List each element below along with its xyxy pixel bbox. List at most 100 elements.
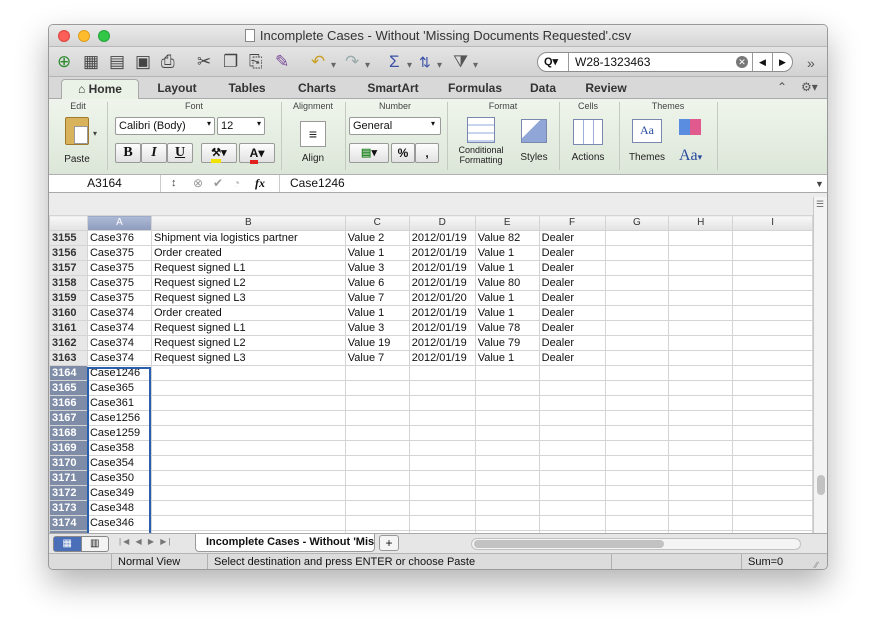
cell-f[interactable] xyxy=(538,395,606,411)
cell-g[interactable] xyxy=(604,395,670,411)
cell-h[interactable] xyxy=(668,365,734,381)
cell-f[interactable] xyxy=(538,485,606,501)
open-folder-icon[interactable]: ▤ xyxy=(109,52,125,72)
cell-b[interactable]: Request signed L3 xyxy=(150,350,346,366)
cell-e[interactable] xyxy=(474,365,540,381)
cell-b[interactable]: Order created xyxy=(150,305,346,321)
row-header[interactable]: 3162 xyxy=(49,335,88,351)
cell-g[interactable] xyxy=(604,515,670,531)
close-window-button[interactable] xyxy=(58,30,70,42)
cell-d[interactable]: 2012/01/20 xyxy=(408,290,476,306)
column-header-d[interactable]: D xyxy=(408,215,476,231)
row-header[interactable]: 3156 xyxy=(49,245,88,261)
cell-e[interactable] xyxy=(474,395,540,411)
cell-a[interactable]: Case358 xyxy=(86,440,152,456)
cell-h[interactable] xyxy=(668,380,734,396)
row-header[interactable]: 3174 xyxy=(49,515,88,531)
sheet-tab-active[interactable]: Incomplete Cases - Without 'Mis xyxy=(195,534,375,552)
cell-i[interactable] xyxy=(732,365,813,381)
undo-icon[interactable]: ↶ xyxy=(311,52,325,72)
cell-e[interactable] xyxy=(474,470,540,486)
cell-d[interactable]: 2012/01/19 xyxy=(408,245,476,261)
cell-d[interactable]: 2012/01/19 xyxy=(408,335,476,351)
cell-a[interactable]: Case1259 xyxy=(86,425,152,441)
cell-g[interactable] xyxy=(604,455,670,471)
cell-e[interactable] xyxy=(474,410,540,426)
undo-menu-chevron-icon[interactable]: ▾ xyxy=(331,56,336,76)
name-box[interactable]: A3164 xyxy=(49,175,161,192)
cell-f[interactable] xyxy=(538,455,606,471)
cell-c[interactable] xyxy=(344,380,410,396)
cell-i[interactable] xyxy=(732,350,813,366)
search-previous-icon[interactable]: ◀ xyxy=(752,53,772,71)
save-icon[interactable]: ▣ xyxy=(135,52,151,72)
autosum-chevron-icon[interactable]: ▾ xyxy=(407,56,412,76)
cell-c[interactable] xyxy=(344,410,410,426)
vertical-scrollbar[interactable]: ☰ xyxy=(813,197,827,533)
cell-h[interactable] xyxy=(668,305,734,321)
cell-f[interactable] xyxy=(538,410,606,426)
row-header[interactable]: 3171 xyxy=(49,470,88,486)
cell-c[interactable]: Value 7 xyxy=(344,350,410,366)
cell-c[interactable]: Value 19 xyxy=(344,335,410,351)
themes-button[interactable]: Aa Themes xyxy=(623,115,671,171)
row-header[interactable]: 3157 xyxy=(49,260,88,276)
filter-icon[interactable]: ⧩ xyxy=(453,52,468,72)
cell-d[interactable] xyxy=(408,410,476,426)
cell-a[interactable]: Case349 xyxy=(86,485,152,501)
cell-f[interactable] xyxy=(538,440,606,456)
cell-a[interactable]: Case350 xyxy=(86,470,152,486)
cell-b[interactable] xyxy=(150,440,346,456)
cell-b[interactable]: Request signed L1 xyxy=(150,320,346,336)
cell-b[interactable]: Order created xyxy=(150,245,346,261)
copy-icon[interactable]: ❐ xyxy=(223,52,238,72)
cell-c[interactable]: Value 3 xyxy=(344,260,410,276)
cell-h[interactable] xyxy=(668,395,734,411)
cell-f[interactable] xyxy=(538,500,606,516)
cell-d[interactable]: 2012/01/19 xyxy=(408,260,476,276)
select-all-corner[interactable] xyxy=(49,215,88,231)
cell-d[interactable] xyxy=(408,500,476,516)
autosum-icon[interactable]: Σ xyxy=(389,52,400,72)
ribbon-settings-gear-icon[interactable]: ⚙▾ xyxy=(801,80,818,94)
cell-a[interactable]: Case376 xyxy=(86,230,152,246)
cell-b[interactable]: Request signed L2 xyxy=(150,275,346,291)
cell-c[interactable] xyxy=(344,455,410,471)
column-header-b[interactable]: B xyxy=(150,215,346,231)
cell-f[interactable]: Dealer xyxy=(538,320,606,336)
expand-formula-bar-icon[interactable]: ▼ xyxy=(815,176,824,193)
cell-g[interactable] xyxy=(604,485,670,501)
cell-f[interactable]: Dealer xyxy=(538,275,606,291)
cell-b[interactable] xyxy=(150,500,346,516)
cell-e[interactable]: Value 1 xyxy=(474,350,540,366)
cell-d[interactable] xyxy=(408,365,476,381)
cell-d[interactable] xyxy=(408,515,476,531)
cell-i[interactable] xyxy=(732,290,813,306)
underline-button[interactable]: U xyxy=(167,143,193,163)
cell-i[interactable] xyxy=(732,470,813,486)
cell-i[interactable] xyxy=(732,425,813,441)
cell-h[interactable] xyxy=(668,320,734,336)
cell-d[interactable]: 2012/01/19 xyxy=(408,320,476,336)
cell-g[interactable] xyxy=(604,425,670,441)
print-icon[interactable]: ⎙ xyxy=(161,52,175,72)
cell-i[interactable] xyxy=(732,485,813,501)
new-workbook-icon[interactable]: ⊕ xyxy=(57,52,71,72)
cell-g[interactable] xyxy=(604,275,670,291)
formula-input[interactable]: Case1246 xyxy=(279,175,813,192)
cell-h[interactable] xyxy=(668,440,734,456)
number-format-chevron-icon[interactable]: ▾ xyxy=(431,119,435,128)
cell-e[interactable] xyxy=(474,440,540,456)
font-name-chevron-icon[interactable]: ▾ xyxy=(207,119,211,128)
cell-e[interactable]: Value 1 xyxy=(474,290,540,306)
cell-i[interactable] xyxy=(732,335,813,351)
search-next-icon[interactable]: ▶ xyxy=(772,53,792,71)
cell-b[interactable] xyxy=(150,410,346,426)
row-header[interactable]: 3159 xyxy=(49,290,88,306)
cell-b[interactable] xyxy=(150,485,346,501)
collapse-ribbon-icon[interactable]: ⌃ xyxy=(777,80,787,94)
cell-d[interactable] xyxy=(408,455,476,471)
cell-g[interactable] xyxy=(604,380,670,396)
cell-e[interactable] xyxy=(474,515,540,531)
cell-i[interactable] xyxy=(732,260,813,276)
